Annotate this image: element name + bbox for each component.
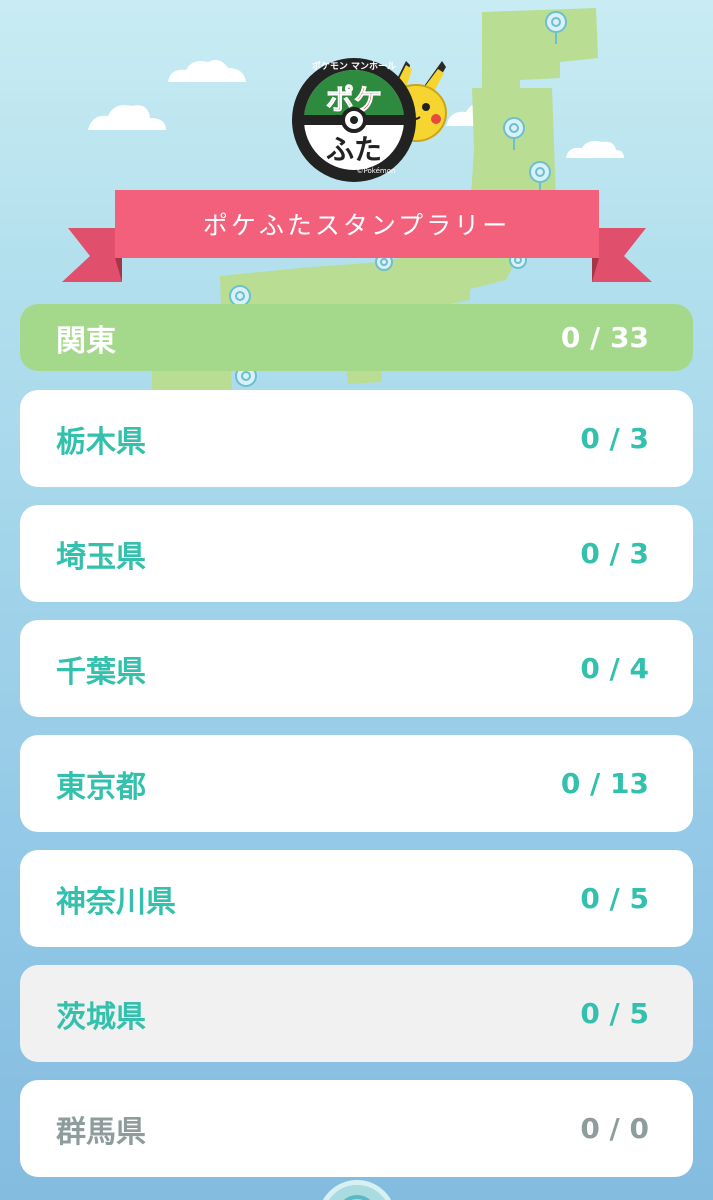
prefecture-count: 0 / 5 bbox=[580, 882, 649, 915]
region-count: 0 / 33 bbox=[560, 321, 649, 354]
prefecture-count: 0 / 13 bbox=[560, 767, 649, 800]
list-item[interactable]: 東京都 0 / 13 bbox=[20, 735, 693, 832]
region-name: 関東 bbox=[56, 323, 116, 359]
prefecture-count: 0 / 3 bbox=[580, 422, 649, 455]
region-header: 関東 0 / 33 bbox=[20, 304, 693, 371]
list-item[interactable]: 千葉県 0 / 4 bbox=[20, 620, 693, 717]
prefecture-count: 0 / 4 bbox=[580, 652, 649, 685]
logo-text-top: ポケモン マンホール bbox=[312, 60, 396, 72]
prefecture-count: 0 / 5 bbox=[580, 997, 649, 1030]
logo-main-top: ポケ bbox=[326, 83, 382, 116]
pokestop-icon-ring bbox=[337, 1195, 377, 1200]
prefecture-name: 東京都 bbox=[56, 769, 146, 805]
prefecture-name: 埼玉県 bbox=[56, 539, 146, 575]
prefecture-name: 栃木県 bbox=[56, 424, 146, 460]
list-item[interactable]: 神奈川県 0 / 5 bbox=[20, 850, 693, 947]
prefecture-name: 茨城県 bbox=[56, 999, 146, 1035]
list-item[interactable]: 栃木県 0 / 3 bbox=[20, 390, 693, 487]
prefecture-count: 0 / 3 bbox=[580, 537, 649, 570]
list-item[interactable]: 茨城県 0 / 5 bbox=[20, 965, 693, 1062]
prefecture-name: 神奈川県 bbox=[56, 884, 176, 920]
logo-main-bottom: ふた bbox=[326, 133, 382, 166]
page-title: ポケふたスタンプラリー bbox=[202, 211, 511, 240]
logo-copyright: ©Pokémon bbox=[357, 167, 396, 175]
list-item[interactable]: 群馬県 0 / 0 bbox=[20, 1080, 693, 1177]
prefecture-count: 0 / 0 bbox=[580, 1112, 649, 1145]
prefecture-name: 千葉県 bbox=[56, 654, 146, 690]
pokefuta-logo: ポケ ふた ポケモン マンホール ©Pokémon bbox=[292, 58, 447, 182]
prefecture-list: 栃木県 0 / 3 埼玉県 0 / 3 千葉県 0 / 4 東京都 0 / 13… bbox=[20, 390, 693, 1195]
prefecture-name: 群馬県 bbox=[56, 1114, 146, 1150]
list-item[interactable]: 埼玉県 0 / 3 bbox=[20, 505, 693, 602]
